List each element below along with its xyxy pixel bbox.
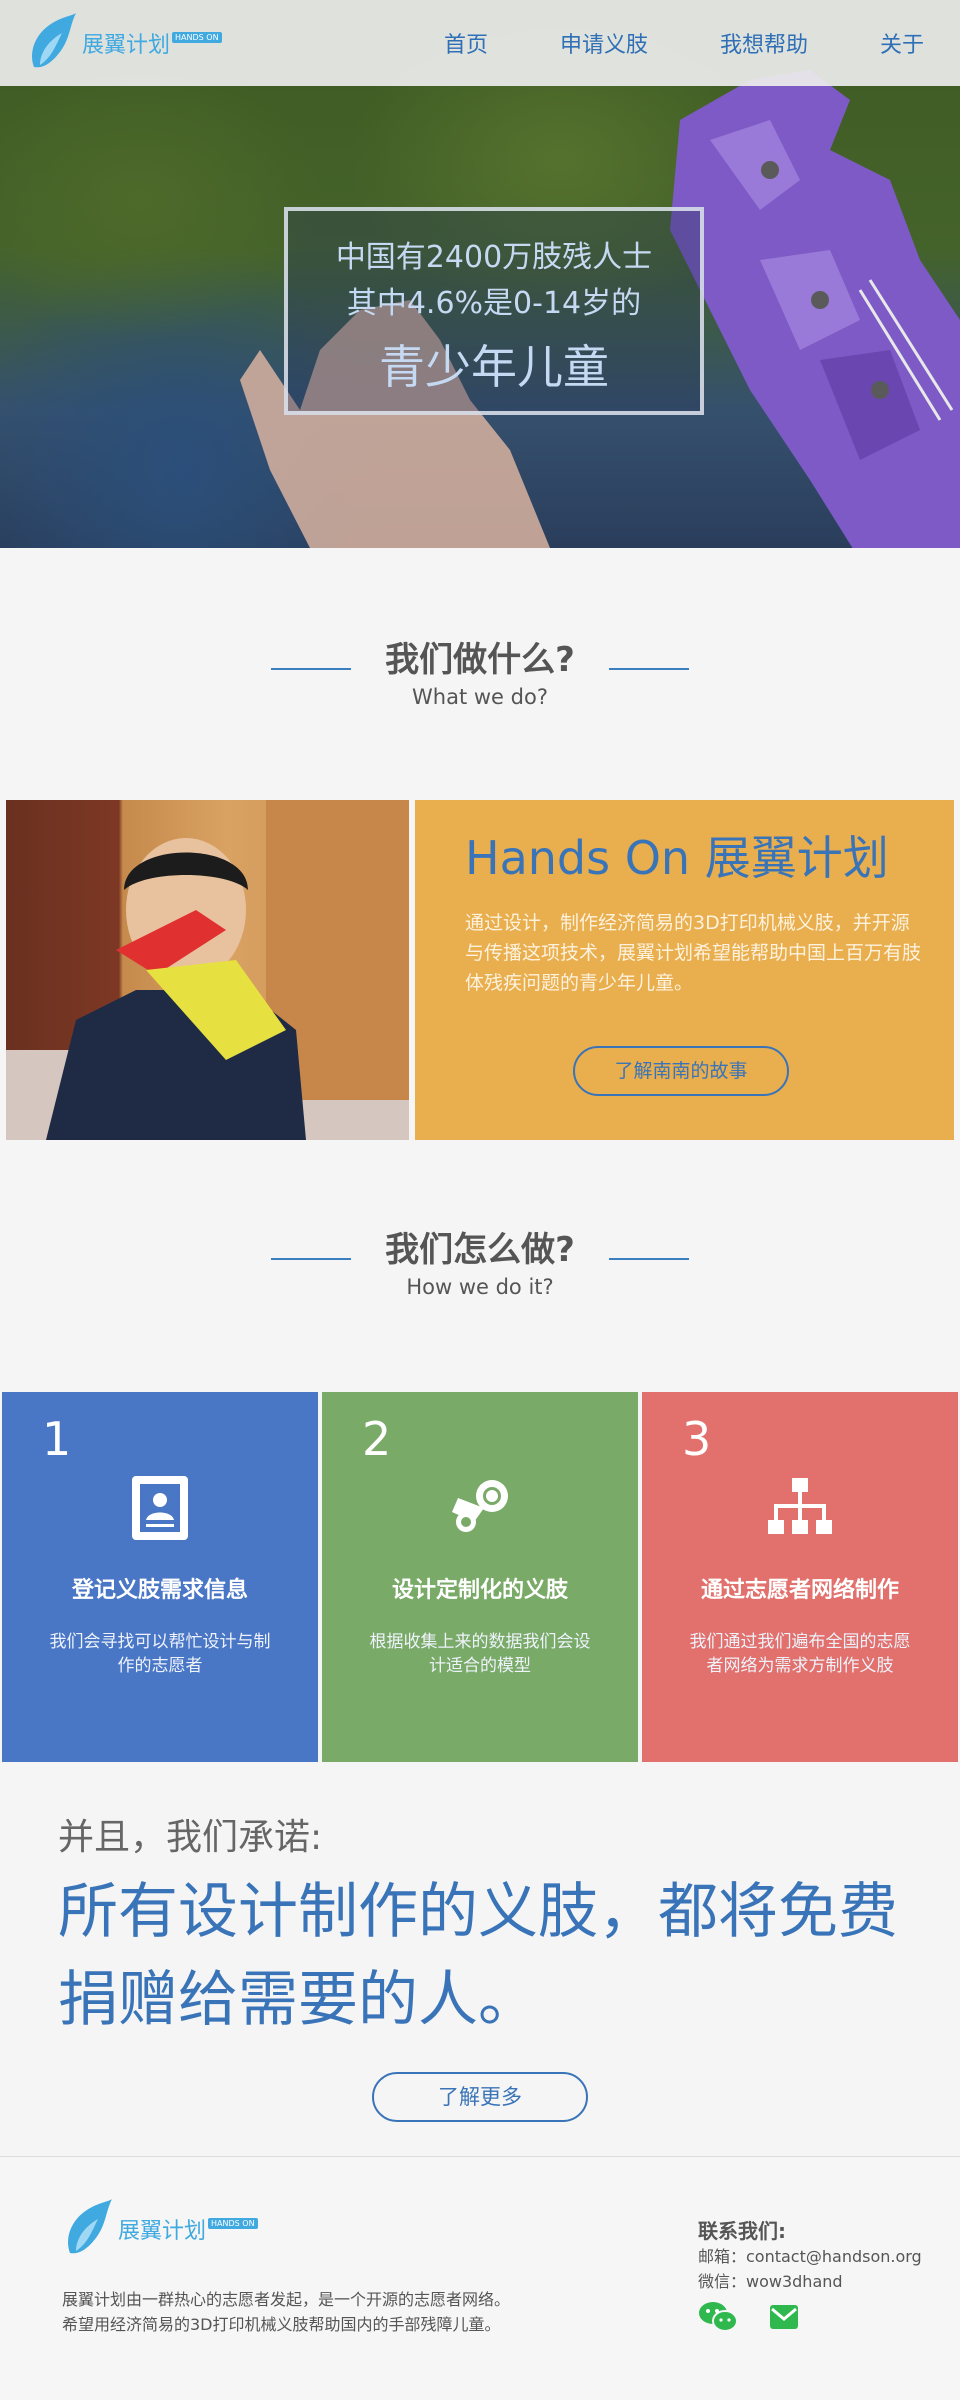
footer-desc-line-2: 希望用经济简易的3D打印机械义肢帮助国内的手部残障儿童。 xyxy=(62,2315,501,2334)
footer: 展翼计划 HANDS ON 展翼计划由一群热心的志愿者发起，是一个开源的志愿者网络… xyxy=(0,2156,960,2400)
what-subtitle: What we do? xyxy=(412,685,548,709)
step-number: 2 xyxy=(362,1412,392,1466)
logo-text: 展翼计划 xyxy=(82,33,171,58)
wing-logo-icon xyxy=(68,2199,112,2254)
promise-lead: 并且，我们承诺: xyxy=(58,1817,323,1858)
top-nav-bar: 展翼计划 HANDS ON 首页 申请义肢 我想帮助 关于 xyxy=(0,0,960,86)
footer-desc-line-1: 展翼计划由一群热心的志愿者发起，是一个开源的志愿者网络。 xyxy=(62,2290,511,2309)
footer-logo-text: 展翼计划 xyxy=(118,2219,207,2244)
sitemap-icon xyxy=(768,1478,832,1534)
step-card-2: 2 设计定制化的义肢 根据收集上来的数据我们会设计适合的模型 xyxy=(322,1392,638,1762)
logo-badge: HANDS ON xyxy=(172,32,222,43)
how-section-heading: 我们怎么做? How we do it? xyxy=(0,1222,960,1299)
footer-social-icons xyxy=(698,2301,804,2333)
how-subtitle: How we do it? xyxy=(406,1275,554,1299)
footer-logo-badge: HANDS ON xyxy=(208,2218,258,2229)
wing-logo-icon xyxy=(32,13,76,68)
step-title: 设计定制化的义肢 xyxy=(391,1578,568,1603)
story-text: 通过设计，制作经济简易的3D打印机械义肢，并开源与传播这项技术，展翼计划希望能帮… xyxy=(465,912,922,994)
step-title: 登记义肢需求信息 xyxy=(71,1578,248,1603)
steam-icon xyxy=(452,1480,508,1532)
footer-logo[interactable]: 展翼计划 HANDS ON xyxy=(62,2197,258,2261)
step-card-1: 1 登记义肢需求信息 我们会寻找可以帮忙设计与制作的志愿者 xyxy=(2,1392,318,1762)
child-photo xyxy=(6,800,409,1140)
story-button[interactable]: 了解南南的故事 xyxy=(573,1046,789,1096)
step-number: 3 xyxy=(682,1412,712,1466)
hero-line-2: 其中4.6%是0-14岁的 xyxy=(346,286,642,321)
contact-wechat: 微信：wow3dhand xyxy=(698,2272,843,2291)
wechat-icon[interactable] xyxy=(698,2301,738,2333)
promise-statement: 所有设计制作的义肢，都将免费捐赠给需要的人。 xyxy=(58,1877,898,2035)
step-title: 通过志愿者网络制作 xyxy=(700,1578,899,1603)
nav-home[interactable]: 首页 xyxy=(444,27,488,59)
step-desc: 根据收集上来的数据我们会设计适合的模型 xyxy=(369,1632,591,1676)
learn-more-button[interactable]: 了解更多 xyxy=(372,2072,588,2122)
story-card: Hands On 展翼计划 通过设计，制作经济简易的3D打印机械义肢，并开源与传… xyxy=(415,800,954,1140)
step-desc: 我们通过我们遍布全国的志愿者网络为需求方制作义肢 xyxy=(689,1632,911,1676)
nav-apply[interactable]: 申请义肢 xyxy=(560,27,648,59)
what-section-heading: 我们做什么? What we do? xyxy=(0,632,960,709)
nav-help[interactable]: 我想帮助 xyxy=(720,27,808,59)
footer-contact: 联系我们: 邮箱：contact@handson.org 微信：wow3dhan… xyxy=(698,2215,922,2294)
contact-email: 邮箱：contact@handson.org xyxy=(698,2247,922,2266)
contact-heading: 联系我们: xyxy=(698,2219,786,2243)
hero-line-1: 中国有2400万肢残人士 xyxy=(335,240,653,275)
main-nav: 首页 申请义肢 我想帮助 关于 xyxy=(372,0,924,86)
site-logo[interactable]: 展翼计划 HANDS ON xyxy=(26,10,222,76)
hero-stat-box: 中国有2400万肢残人士 其中4.6%是0-14岁的 青少年儿童 xyxy=(284,207,704,415)
nav-about[interactable]: 关于 xyxy=(880,27,924,59)
step-number: 1 xyxy=(42,1412,72,1466)
how-title: 我们怎么做? xyxy=(237,1222,723,1271)
step-card-3: 3 通过志愿者网络制作 我们通过我们遍布全国的志愿者网络为需求方制作义肢 xyxy=(642,1392,958,1762)
what-title: 我们做什么? xyxy=(237,632,723,681)
mail-icon[interactable] xyxy=(764,2301,804,2333)
step-desc: 我们会寻找可以帮忙设计与制作的志愿者 xyxy=(49,1632,271,1676)
footer-description: 展翼计划由一群热心的志愿者发起，是一个开源的志愿者网络。 希望用经济简易的3D打… xyxy=(62,2287,510,2337)
hero-line-3: 青少年儿童 xyxy=(379,340,609,394)
story-title: Hands On 展翼计划 xyxy=(465,831,889,885)
id-card-icon xyxy=(132,1476,188,1540)
